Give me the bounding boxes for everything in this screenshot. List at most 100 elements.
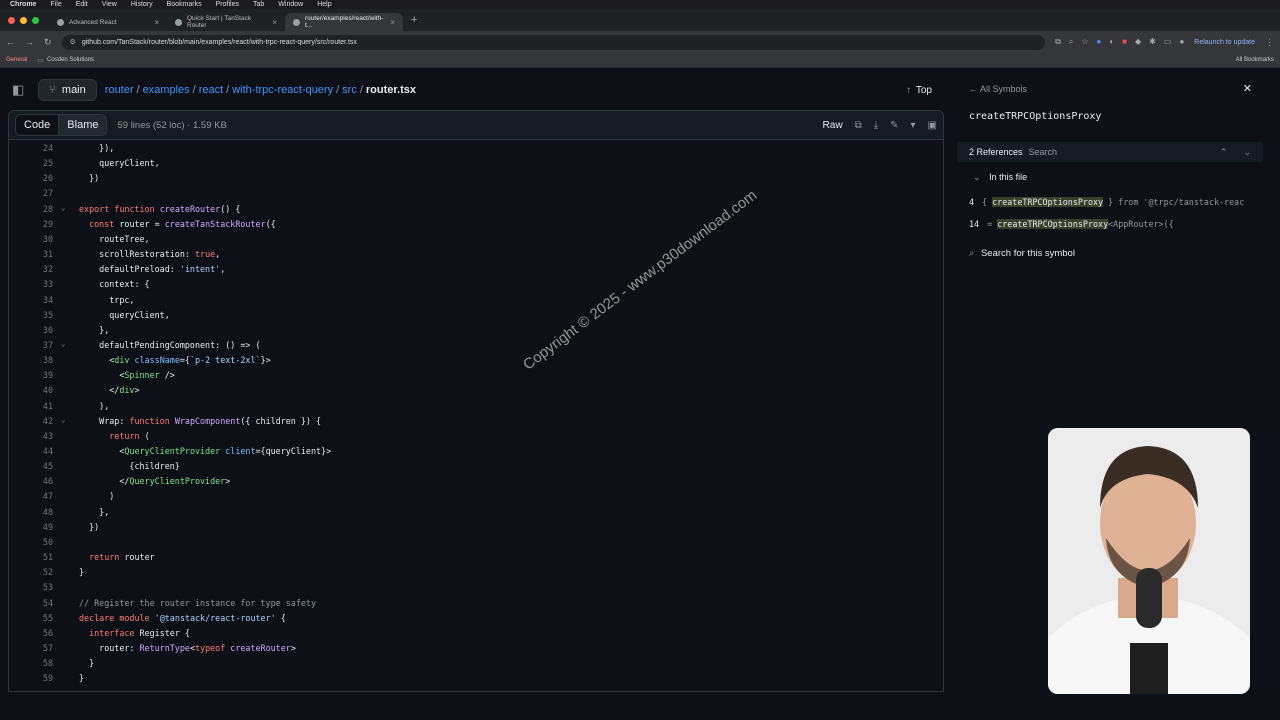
line-number[interactable]: 47: [9, 491, 53, 501]
line-number[interactable]: 40: [9, 385, 53, 395]
line-number[interactable]: 45: [9, 461, 53, 471]
fold-chevron-icon[interactable]: ⌄: [61, 340, 65, 348]
copy-icon[interactable]: ⧉: [855, 120, 862, 131]
line-number[interactable]: 59: [9, 673, 53, 683]
line-number[interactable]: 43: [9, 431, 53, 441]
window-controls[interactable]: [8, 16, 39, 24]
search-symbol-link[interactable]: ⌕ Search for this symbol: [969, 248, 1075, 259]
edit-pencil-icon[interactable]: ✎: [890, 120, 898, 131]
browser-tab[interactable]: router/examples/react/with-t... ×: [285, 13, 403, 31]
breadcrumb-link[interactable]: with-trpc-react-query: [232, 84, 333, 96]
menubar-item[interactable]: Bookmarks: [167, 0, 202, 9]
browser-tab[interactable]: Quick Start | TanStack Router ×: [167, 13, 285, 31]
browser-tab[interactable]: Advanced React ×: [49, 13, 167, 31]
line-number[interactable]: 51: [9, 552, 53, 562]
forward-icon[interactable]: →: [25, 37, 34, 47]
fold-chevron-icon[interactable]: ⌄: [61, 204, 65, 212]
line-number[interactable]: 27: [9, 188, 53, 198]
menubar-item[interactable]: Help: [317, 0, 331, 9]
line-number[interactable]: 39: [9, 370, 53, 380]
profile-icon[interactable]: ●: [1179, 37, 1184, 47]
breadcrumb-link[interactable]: react: [199, 84, 223, 96]
menubar-item[interactable]: Profiles: [216, 0, 239, 9]
line-number[interactable]: 52: [9, 567, 53, 577]
extension-icon[interactable]: ◐: [1109, 37, 1114, 47]
extension-icon[interactable]: ●: [1096, 37, 1101, 47]
download-icon[interactable]: ⤓: [874, 120, 878, 131]
breadcrumb-link[interactable]: router: [105, 84, 134, 96]
chevron-up-icon[interactable]: ⌃: [1220, 147, 1228, 158]
minimize-window-icon[interactable]: [20, 16, 27, 24]
line-number[interactable]: 56: [9, 628, 53, 638]
bookmark-general[interactable]: General: [6, 57, 27, 63]
line-number[interactable]: 36: [9, 325, 53, 335]
code-view[interactable]: 24 }), 25 queryClient, 26 }) 27 28 ⌄ export fu…: [8, 140, 944, 692]
line-number[interactable]: 57: [9, 643, 53, 653]
tab-code[interactable]: Code: [16, 115, 60, 135]
references-search[interactable]: Search: [1029, 147, 1058, 157]
line-number[interactable]: 35: [9, 310, 53, 320]
menubar-item[interactable]: Window: [278, 0, 303, 9]
site-info-icon[interactable]: ⚙: [70, 38, 76, 46]
line-number[interactable]: 30: [9, 234, 53, 244]
line-number[interactable]: 54: [9, 598, 53, 608]
sidepanel-icon[interactable]: ▭: [1164, 37, 1172, 47]
line-number[interactable]: 46: [9, 476, 53, 486]
line-number[interactable]: 26: [9, 173, 53, 183]
menubar-item[interactable]: File: [50, 0, 61, 9]
line-number[interactable]: 29: [9, 219, 53, 229]
bookmark-star-icon[interactable]: ☆: [1081, 37, 1088, 47]
close-tab-icon[interactable]: ×: [272, 18, 277, 27]
top-button[interactable]: ↑ Top: [906, 85, 932, 96]
back-icon[interactable]: ←: [6, 37, 15, 47]
line-number[interactable]: 25: [9, 158, 53, 168]
url-bar[interactable]: ⚙ github.com/TanStack/router/blob/main/e…: [61, 34, 1046, 50]
menubar-item[interactable]: Edit: [76, 0, 88, 9]
line-number[interactable]: 48: [9, 507, 53, 517]
reference-item[interactable]: 14 = createTRPCOptionsProxy<AppRouter>({: [969, 219, 1174, 229]
extension-icon[interactable]: ◆: [1135, 37, 1141, 47]
symbols-panel-icon[interactable]: ▣: [928, 120, 937, 131]
all-bookmarks[interactable]: All Bookmarks: [1236, 57, 1274, 63]
line-number[interactable]: 50: [9, 537, 53, 547]
line-number[interactable]: 31: [9, 249, 53, 259]
tab-blame[interactable]: Blame: [59, 115, 107, 135]
chevron-down-icon[interactable]: ▾: [911, 120, 916, 131]
line-number[interactable]: 34: [9, 295, 53, 305]
extension-icon[interactable]: ■: [1122, 37, 1127, 47]
zoom-icon[interactable]: ⌕: [1069, 37, 1073, 47]
menubar-item[interactable]: Chrome: [10, 0, 36, 9]
line-number[interactable]: 28: [9, 204, 53, 214]
breadcrumb-link[interactable]: examples: [143, 84, 190, 96]
raw-button[interactable]: Raw: [823, 120, 843, 131]
reload-icon[interactable]: ↻: [44, 37, 52, 48]
close-tab-icon[interactable]: ×: [154, 18, 159, 27]
line-number[interactable]: 58: [9, 658, 53, 668]
sidebar-toggle-icon[interactable]: ◧: [12, 82, 24, 98]
line-number[interactable]: 53: [9, 582, 53, 592]
line-number[interactable]: 49: [9, 522, 53, 532]
line-number[interactable]: 33: [9, 279, 53, 289]
relaunch-button[interactable]: Relaunch to update: [1194, 39, 1255, 46]
line-number[interactable]: 32: [9, 264, 53, 274]
reference-item[interactable]: 4 { createTRPCOptionsProxy } from '@trpc/…: [969, 197, 1244, 207]
menubar-item[interactable]: View: [102, 0, 117, 9]
menubar-item[interactable]: Tab: [253, 0, 264, 9]
breadcrumb-link[interactable]: src: [342, 84, 357, 96]
line-number[interactable]: 41: [9, 401, 53, 411]
in-this-file-group[interactable]: ⌄ In this file: [973, 172, 1027, 183]
line-number[interactable]: 44: [9, 446, 53, 456]
maximize-window-icon[interactable]: [32, 16, 39, 24]
line-number[interactable]: 55: [9, 613, 53, 623]
branch-selector[interactable]: ⑂ main: [38, 79, 97, 101]
install-icon[interactable]: ⧉: [1055, 37, 1061, 47]
chevron-down-icon[interactable]: ⌄: [1243, 147, 1251, 158]
close-icon[interactable]: ✕: [1243, 82, 1252, 95]
close-window-icon[interactable]: [8, 16, 15, 24]
line-number[interactable]: 37: [9, 340, 53, 350]
menubar-item[interactable]: History: [131, 0, 153, 9]
all-symbols-link[interactable]: ← All Symbols: [969, 84, 1027, 94]
close-tab-icon[interactable]: ×: [390, 18, 395, 27]
line-number[interactable]: 38: [9, 355, 53, 365]
new-tab-icon[interactable]: +: [411, 14, 417, 26]
